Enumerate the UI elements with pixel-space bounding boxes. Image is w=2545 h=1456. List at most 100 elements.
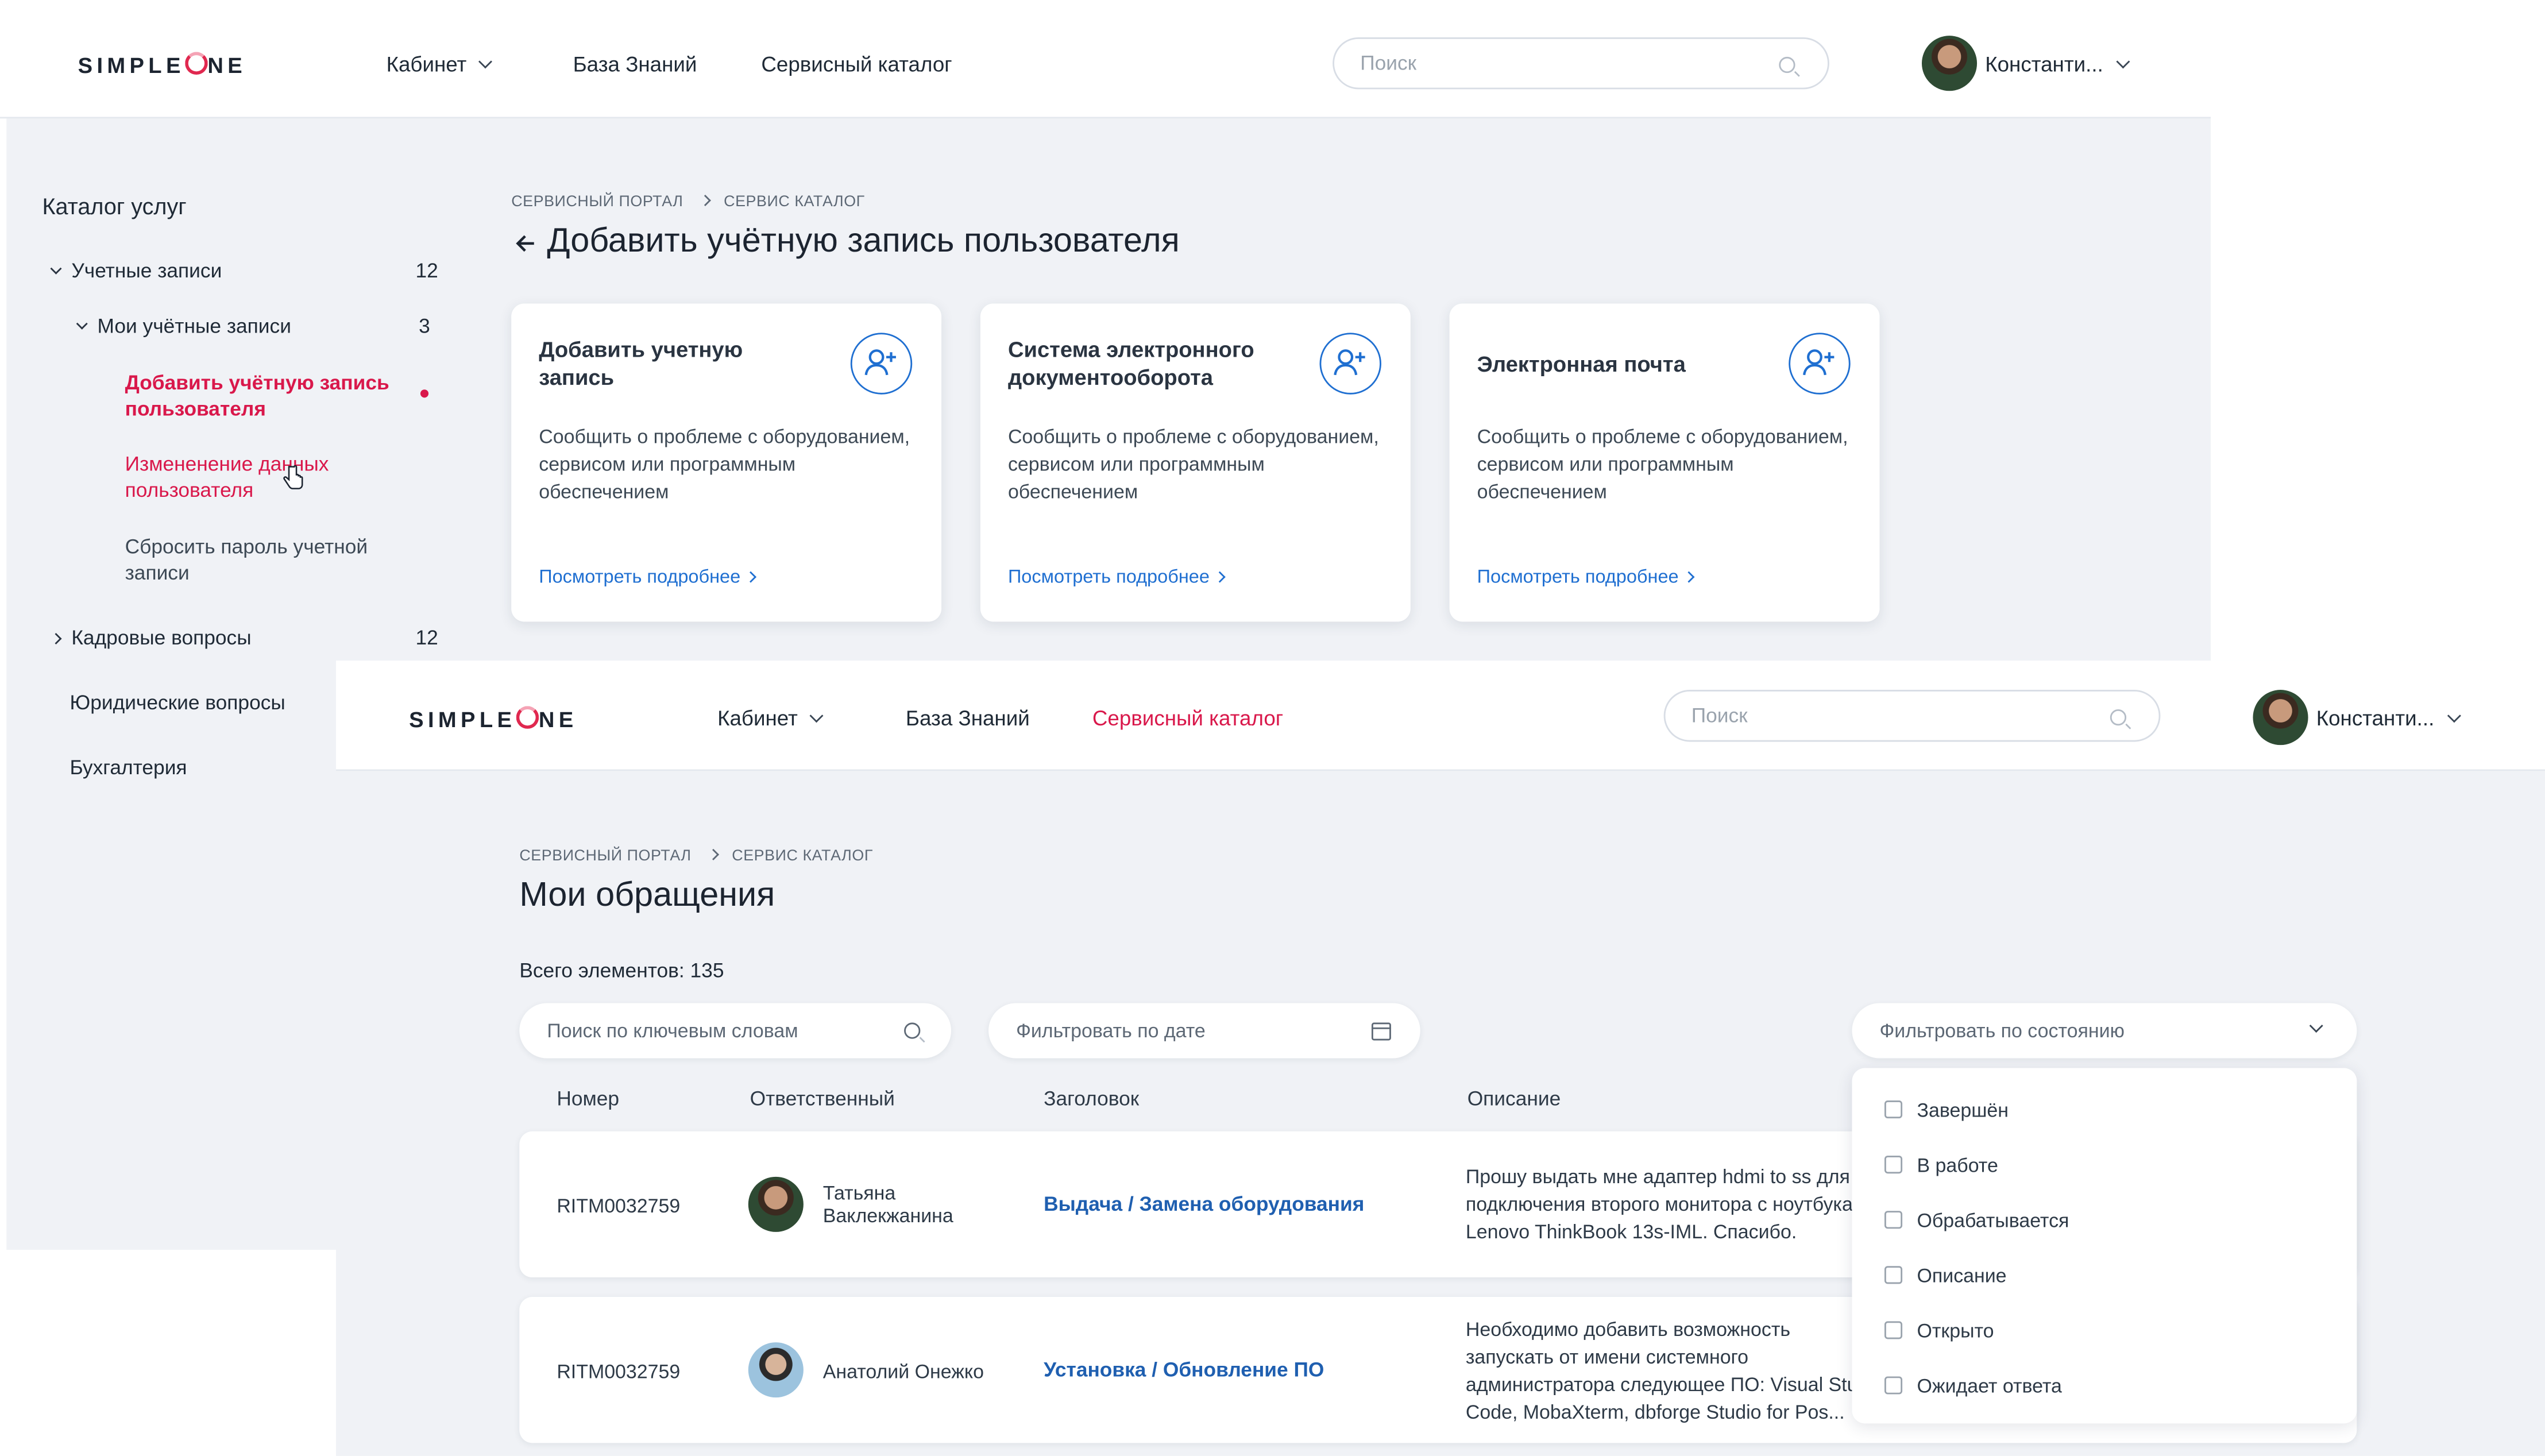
simpleone-logo[interactable]: SIMPLE NE bbox=[409, 706, 577, 732]
state-option[interactable]: Открыто bbox=[1884, 1320, 1994, 1342]
chevron-down-icon bbox=[479, 55, 493, 69]
calendar-icon[interactable] bbox=[1371, 1022, 1391, 1041]
service-card[interactable]: Система электронного документооборота Со… bbox=[980, 303, 1411, 622]
breadcrumb-portal[interactable]: Сервисный портал bbox=[511, 193, 683, 211]
page-title: Добавить учётную запись пользователя bbox=[547, 222, 1180, 260]
card-more-link[interactable]: Посмотреть подробнее bbox=[539, 568, 757, 588]
total-count: Всего элементов: 135 bbox=[519, 959, 724, 982]
avatar bbox=[748, 1342, 804, 1398]
card-title: Система электронного документооборота bbox=[1007, 337, 1254, 390]
card-description: Сообщить о проблеме с оборудованием, сер… bbox=[1477, 425, 1848, 504]
search-placeholder: Поиск bbox=[1360, 52, 1417, 75]
card-description: Сообщить о проблеме с оборудованием, сер… bbox=[539, 425, 910, 504]
search-icon[interactable] bbox=[904, 1022, 921, 1039]
user-menu[interactable]: Константи... bbox=[2316, 706, 2461, 731]
state-option[interactable]: Ожидает ответа bbox=[1884, 1375, 2062, 1397]
chevron-down-icon bbox=[810, 709, 824, 723]
header-search-input[interactable]: Поиск bbox=[1663, 690, 2161, 742]
top-header: SIMPLE NE Кабинет База Знаний Сервисный к… bbox=[0, 0, 2211, 119]
chevron-right-icon bbox=[1214, 571, 1226, 583]
row-responsible: Татьяна Ваклекжанина bbox=[822, 1181, 953, 1227]
search-placeholder: Поиск bbox=[1691, 704, 1748, 728]
column-heading[interactable]: Заголовок bbox=[1044, 1087, 1139, 1110]
checkbox[interactable] bbox=[1884, 1376, 1903, 1395]
row-description: Необходимо добавить возможность запускат… bbox=[1465, 1318, 1856, 1424]
checkbox[interactable] bbox=[1884, 1321, 1903, 1339]
nav-service-catalog[interactable]: Сервисный каталог bbox=[761, 52, 952, 76]
service-card[interactable]: Электронная почта Сообщить о проблеме с … bbox=[1449, 303, 1880, 622]
card-more-link[interactable]: Посмотреть подробнее bbox=[1477, 568, 1696, 588]
accounts-count: 12 bbox=[415, 260, 438, 283]
add-user-icon bbox=[850, 333, 913, 395]
state-option[interactable]: Завершён bbox=[1884, 1099, 2009, 1122]
state-option[interactable]: В работе bbox=[1884, 1154, 1998, 1177]
service-card[interactable]: Добавить учетную запись Сообщить о пробл… bbox=[511, 303, 942, 622]
chevron-right-icon bbox=[50, 633, 62, 645]
active-dot bbox=[420, 389, 429, 398]
row-heading-link[interactable]: Установка / Обновление ПО bbox=[1044, 1358, 1324, 1381]
search-icon[interactable] bbox=[1779, 56, 1795, 74]
header-search-input[interactable]: Поиск bbox=[1333, 37, 1829, 90]
checkbox[interactable] bbox=[1884, 1100, 1903, 1119]
chevron-down-icon bbox=[2447, 709, 2461, 723]
card-more-link[interactable]: Посмотреть подробнее bbox=[1008, 568, 1226, 588]
keyword-search-input[interactable]: Поиск по ключевым словам bbox=[519, 1003, 952, 1059]
sidebar-item-accounting[interactable]: Бухгалтерия bbox=[70, 756, 187, 779]
sidebar-item-accounts[interactable]: Учетные записи bbox=[50, 260, 222, 283]
column-description[interactable]: Описание bbox=[1467, 1087, 1561, 1110]
my-accounts-count: 3 bbox=[419, 315, 430, 338]
breadcrumb-portal[interactable]: Сервисный портал bbox=[519, 847, 691, 865]
sidebar-item-legal[interactable]: Юридические вопросы bbox=[70, 692, 285, 715]
column-responsible[interactable]: Ответственный bbox=[750, 1087, 895, 1110]
nav-knowledge-base[interactable]: База Знаний bbox=[573, 52, 697, 76]
sidebar-title: Каталог услуг bbox=[42, 193, 187, 219]
card-title: Добавить учетную запись bbox=[539, 337, 743, 390]
row-heading-link[interactable]: Выдача / Замена оборудования bbox=[1044, 1193, 1364, 1216]
card-description: Сообщить о проблеме с оборудованием, сер… bbox=[1007, 425, 1379, 504]
sidebar-item-my-accounts[interactable]: Мои учётные записи bbox=[76, 315, 291, 338]
hr-count: 12 bbox=[415, 626, 438, 650]
simpleone-logo[interactable]: SIMPLE NE bbox=[78, 52, 246, 78]
nav-knowledge-base[interactable]: База Знаний bbox=[906, 706, 1030, 730]
sidebar-item-reset-password[interactable]: Сбросить пароль учетной записи bbox=[125, 534, 401, 586]
row-number: RITM0032759 bbox=[557, 1360, 681, 1383]
chevron-right-icon bbox=[707, 848, 719, 860]
checkbox[interactable] bbox=[1884, 1211, 1903, 1229]
sidebar-item-add-account[interactable]: Добавить учётную запись пользователя bbox=[125, 370, 393, 422]
nav-cabinet[interactable]: Кабинет bbox=[717, 706, 824, 731]
row-number: RITM0032759 bbox=[557, 1194, 681, 1218]
chevron-right-icon bbox=[1683, 571, 1696, 583]
row-responsible: Анатолий Онежко bbox=[822, 1360, 984, 1383]
chevron-right-icon bbox=[699, 195, 711, 207]
chevron-right-icon bbox=[745, 571, 757, 583]
date-filter-input[interactable]: Фильтровать по дате bbox=[988, 1003, 1420, 1059]
row-description: Прошу выдать мне адаптер hdmi to ss для … bbox=[1465, 1165, 1853, 1243]
avatar bbox=[748, 1176, 804, 1232]
user-menu[interactable]: Константи... bbox=[1985, 52, 2130, 76]
page-title: Мои обращения bbox=[519, 876, 775, 914]
checkbox[interactable] bbox=[1884, 1266, 1903, 1284]
sidebar-item-change-data[interactable]: Измененение данных пользователя bbox=[125, 451, 401, 503]
nav-cabinet[interactable]: Кабинет bbox=[387, 52, 493, 76]
state-option[interactable]: Обрабатывается bbox=[1884, 1209, 2069, 1232]
back-arrow-icon[interactable] bbox=[515, 232, 538, 255]
user-avatar[interactable] bbox=[1921, 36, 1978, 91]
user-avatar[interactable] bbox=[2253, 690, 2308, 746]
state-option[interactable]: Описание bbox=[1884, 1264, 2007, 1287]
nav-service-catalog[interactable]: Сервисный каталог bbox=[1092, 706, 1283, 730]
breadcrumb: Сервисный портал Сервис каталог bbox=[511, 193, 865, 211]
state-filter-select[interactable]: Фильтровать по состоянию bbox=[1852, 1003, 2357, 1059]
breadcrumb-catalog[interactable]: Сервис каталог bbox=[724, 193, 865, 211]
breadcrumb: Сервисный портал Сервис каталог bbox=[519, 847, 873, 865]
checkbox[interactable] bbox=[1884, 1156, 1903, 1174]
sidebar-item-hr[interactable]: Кадровые вопросы bbox=[50, 627, 252, 649]
column-number[interactable]: Номер bbox=[557, 1087, 619, 1110]
top-header: SIMPLE NE Кабинет База Знаний Сервисный к… bbox=[335, 661, 2545, 771]
add-user-icon bbox=[1319, 333, 1381, 395]
breadcrumb-catalog[interactable]: Сервис каталог bbox=[732, 847, 873, 865]
chevron-down-icon bbox=[76, 318, 88, 330]
card-title: Электронная почта bbox=[1477, 352, 1686, 377]
search-icon[interactable] bbox=[2110, 709, 2127, 726]
chevron-down-icon bbox=[2115, 55, 2130, 69]
add-user-icon bbox=[1789, 333, 1851, 395]
